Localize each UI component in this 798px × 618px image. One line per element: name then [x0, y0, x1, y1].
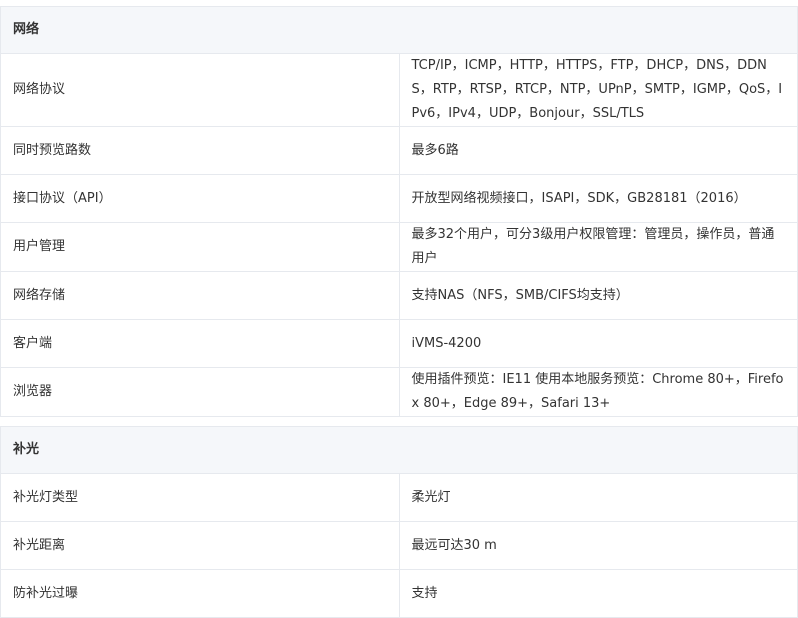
row-value: iVMS-4200 [398, 319, 798, 368]
section-header-network: 网络 [0, 6, 798, 54]
table-row: 客户端 iVMS-4200 [0, 319, 798, 368]
row-value: 最远可达30 m [398, 521, 798, 570]
row-key: 同时预览路数 [0, 126, 400, 175]
row-key: 网络存储 [0, 271, 400, 320]
row-key: 客户端 [0, 319, 400, 368]
row-key: 网络协议 [0, 53, 400, 127]
row-value: 最多6路 [398, 126, 798, 175]
row-key: 补光灯类型 [0, 473, 400, 522]
fill-light-spec-table: 补光 补光灯类型 柔光灯 补光距离 最远可达30 m 防补光过曝 支持 [0, 426, 798, 618]
table-row: 网络存储 支持NAS（NFS，SMB/CIFS均支持） [0, 271, 798, 320]
table-row: 接口协议（API） 开放型网络视频接口，ISAPI，SDK，GB28181（20… [0, 174, 798, 223]
table-row: 网络协议 TCP/IP，ICMP，HTTP，HTTPS，FTP，DHCP，DNS… [0, 53, 798, 127]
row-value: 最多32个用户，可分3级用户权限管理：管理员，操作员，普通用户 [398, 222, 798, 272]
section-title: 网络 [0, 6, 798, 54]
table-row: 补光距离 最远可达30 m [0, 521, 798, 570]
table-row: 同时预览路数 最多6路 [0, 126, 798, 175]
row-value: 使用插件预览：IE11 使用本地服务预览：Chrome 80+，Firefox … [398, 367, 798, 417]
row-value: 开放型网络视频接口，ISAPI，SDK，GB28181（2016） [398, 174, 798, 223]
row-value: 柔光灯 [398, 473, 798, 522]
table-row: 浏览器 使用插件预览：IE11 使用本地服务预览：Chrome 80+，Fire… [0, 367, 798, 417]
row-value: TCP/IP，ICMP，HTTP，HTTPS，FTP，DHCP，DNS，DDNS… [398, 53, 798, 127]
row-key: 接口协议（API） [0, 174, 400, 223]
section-title: 补光 [0, 426, 798, 474]
spec-page: { "sections": [ { "title": "网络", "rows":… [0, 0, 798, 618]
row-key: 防补光过曝 [0, 569, 400, 618]
table-row: 防补光过曝 支持 [0, 569, 798, 618]
table-row: 补光灯类型 柔光灯 [0, 473, 798, 522]
network-spec-table: 网络 网络协议 TCP/IP，ICMP，HTTP，HTTPS，FTP，DHCP，… [0, 6, 798, 417]
row-key: 浏览器 [0, 367, 400, 417]
section-header-fill-light: 补光 [0, 426, 798, 474]
row-value: 支持 [398, 569, 798, 618]
row-key: 用户管理 [0, 222, 400, 272]
row-value: 支持NAS（NFS，SMB/CIFS均支持） [398, 271, 798, 320]
row-key: 补光距离 [0, 521, 400, 570]
table-row: 用户管理 最多32个用户，可分3级用户权限管理：管理员，操作员，普通用户 [0, 222, 798, 272]
